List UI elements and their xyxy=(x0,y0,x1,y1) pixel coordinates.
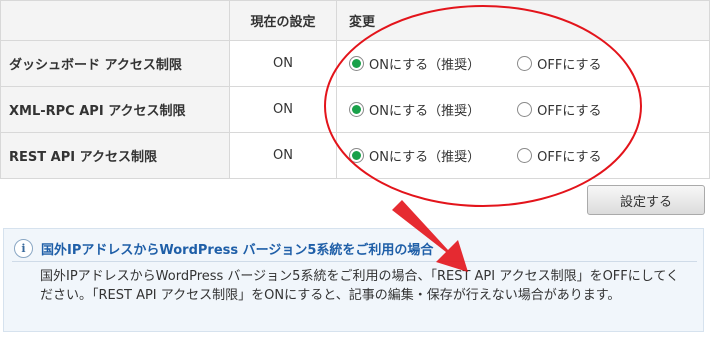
radio-label-on: ONにする（推奨） xyxy=(369,104,481,119)
radio-xmlrpc-on[interactable]: ONにする（推奨） xyxy=(349,100,513,119)
radio-unchecked-icon[interactable] xyxy=(517,148,533,163)
row-label-dashboard: ダッシュボード アクセス制限 xyxy=(0,40,230,87)
radio-xmlrpc-off[interactable]: OFFにする xyxy=(517,100,601,119)
notice-box: i 国外IPアドレスからWordPress バージョン5系統をご利用の場合 国外… xyxy=(3,228,704,332)
change-cell-xmlrpc: ONにする（推奨） OFFにする xyxy=(336,86,710,133)
row-label-restapi: REST API アクセス制限 xyxy=(0,132,230,179)
radio-restapi-on[interactable]: ONにする（推奨） xyxy=(349,146,513,165)
current-value-dashboard: ON xyxy=(229,40,337,87)
radio-dashboard-off[interactable]: OFFにする xyxy=(517,54,601,73)
notice-body: 国外IPアドレスからWordPress バージョン5系統をご利用の場合、「RES… xyxy=(40,269,679,303)
table-row-dashboard: ダッシュボード アクセス制限 ON ONにする（推奨） OFFにする xyxy=(0,40,710,87)
radio-checked-icon[interactable] xyxy=(349,56,364,71)
row-label-xmlrpc: XML-RPC API アクセス制限 xyxy=(0,86,230,133)
access-settings-table: 現在の設定 変更 ダッシュボード アクセス制限 ON ONにする（推奨） OFF… xyxy=(0,0,710,179)
radio-label-off: OFFにする xyxy=(537,150,602,165)
header-current-setting: 現在の設定 xyxy=(229,0,337,41)
radio-label-on: ONにする（推奨） xyxy=(369,150,481,165)
radio-checked-icon[interactable] xyxy=(349,148,364,163)
change-cell-dashboard: ONにする（推奨） OFFにする xyxy=(336,40,710,87)
header-change: 変更 xyxy=(336,0,710,41)
notice-title: i 国外IPアドレスからWordPress バージョン5系統をご利用の場合 xyxy=(14,239,433,258)
change-cell-restapi: ONにする（推奨） OFFにする xyxy=(336,132,710,179)
notice-title-text: 国外IPアドレスからWordPress バージョン5系統をご利用の場合 xyxy=(41,243,434,258)
current-value-xmlrpc: ON xyxy=(229,86,337,133)
header-blank-cell xyxy=(0,0,230,41)
radio-restapi-off[interactable]: OFFにする xyxy=(517,146,601,165)
radio-label-on: ONにする（推奨） xyxy=(369,58,481,73)
info-icon: i xyxy=(14,239,33,258)
current-value-restapi: ON xyxy=(229,132,337,179)
radio-checked-icon[interactable] xyxy=(349,102,364,117)
notice-divider xyxy=(12,261,697,262)
radio-unchecked-icon[interactable] xyxy=(517,102,533,117)
table-header-row: 現在の設定 変更 xyxy=(0,0,710,41)
radio-label-off: OFFにする xyxy=(537,58,602,73)
radio-unchecked-icon[interactable] xyxy=(517,56,533,71)
table-row-restapi: REST API アクセス制限 ON ONにする（推奨） OFFにする xyxy=(0,132,710,179)
table-row-xmlrpc: XML-RPC API アクセス制限 ON ONにする（推奨） OFFにする xyxy=(0,86,710,133)
radio-label-off: OFFにする xyxy=(537,104,602,119)
radio-dashboard-on[interactable]: ONにする（推奨） xyxy=(349,54,513,73)
save-settings-button[interactable]: 設定する xyxy=(587,185,705,215)
